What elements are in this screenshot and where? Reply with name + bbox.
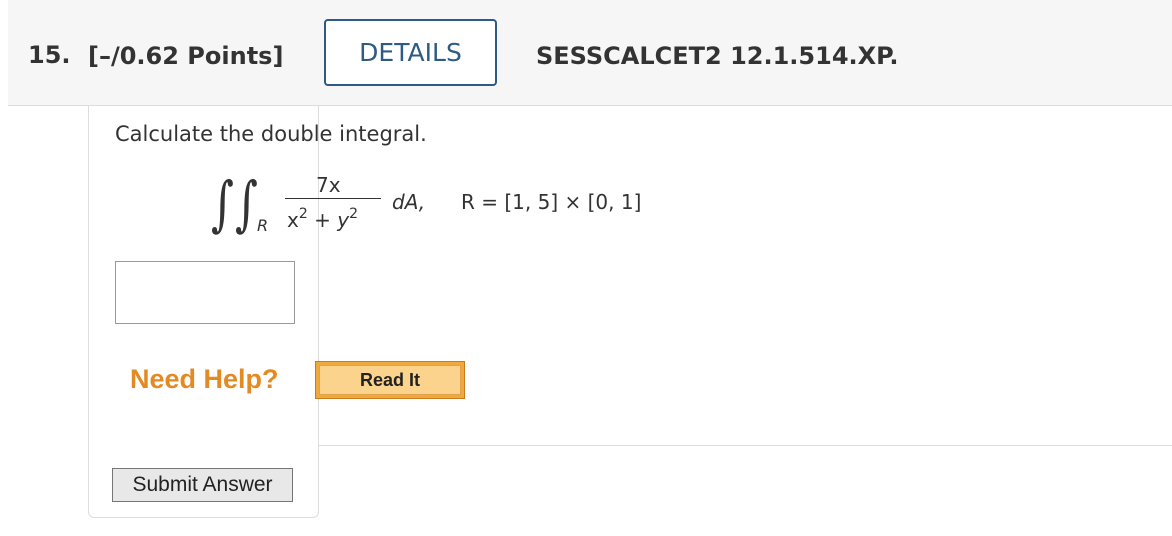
details-button[interactable]: DETAILS <box>324 19 497 86</box>
read-it-label: Read It <box>319 365 461 395</box>
question-number: 15. <box>28 41 71 69</box>
need-help-label: Need Help? <box>130 364 279 394</box>
question-points: [–/0.62 Points] <box>88 42 284 70</box>
read-it-button[interactable]: Read It <box>315 361 465 399</box>
integral-sign: ∫ <box>235 170 258 239</box>
fraction-numerator: 7x <box>316 173 341 197</box>
double-integral-expression: ∫ ∫ R 7x x2 + y2 dA, R = [1, 5] × [0, 1] <box>205 168 725 248</box>
content-divider <box>318 445 1172 446</box>
question-source-id: SESSCALCET2 12.1.514.XP. <box>536 42 899 70</box>
integral-sign: ∫ <box>211 170 234 239</box>
integration-region: R = [1, 5] × [0, 1] <box>461 190 642 214</box>
fraction-bar <box>285 198 381 199</box>
answer-input[interactable] <box>115 261 295 324</box>
integral-region-subscript: R <box>257 216 269 235</box>
fraction-denominator: x2 + y2 <box>287 206 359 232</box>
question-prompt: Calculate the double integral. <box>115 122 427 146</box>
submit-answer-button[interactable]: Submit Answer <box>112 468 293 502</box>
differential-da: dA, <box>392 190 426 214</box>
